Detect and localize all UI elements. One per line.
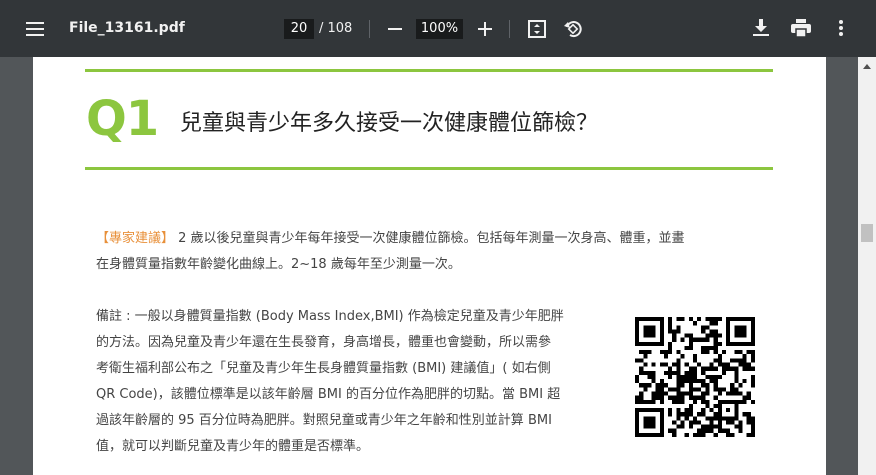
note-line: 的方法。因為兒童及青少年還在生長發育，身高增長，體重也會變動，所以需參 (96, 335, 552, 350)
advice-paragraph: 【專家建議】 2 歲以後兒童與青少年每年接受一次健康體位篩檢。包括每年測量一次身… (96, 226, 796, 278)
divider-top (85, 69, 773, 72)
more-vert-icon[interactable] (831, 17, 851, 39)
fit-page-icon[interactable] (526, 18, 548, 40)
page-number-input[interactable]: 20 (284, 19, 314, 39)
note-line: QR Code)，該體位標準是以該年齡層 BMI 的百分位作為肥胖的切點。當 B… (96, 387, 561, 402)
page-heading: 兒童與青少年多久接受一次健康體位篩檢？ (180, 111, 599, 136)
vertical-scrollbar[interactable] (858, 57, 876, 475)
note-line: 備註 : 一般以身體質量指數 (Body Mass Index,BMI) 作為檢… (96, 309, 564, 324)
pdf-toolbar: File_13161.pdf 20 / 108 100% (0, 0, 876, 57)
note-paragraph: 備註 : 一般以身體質量指數 (Body Mass Index,BMI) 作為檢… (96, 304, 616, 460)
advice-line-2: 在身體質量指數年齡變化曲線上。2~18 歲每年至少測量一次。 (96, 257, 461, 272)
toolbar-divider (369, 20, 370, 38)
question-number: Q1 (86, 91, 159, 147)
note-line: 過該年齡層的 95 百分位時為肥胖。對照兒童或青少年之年齡和性別並計算 BMI (96, 413, 552, 428)
menu-icon[interactable] (22, 18, 48, 40)
rotate-icon[interactable] (561, 17, 585, 41)
zoom-level-input[interactable]: 100% (416, 19, 463, 39)
advice-line-1: 2 歲以後兒童與青少年每年接受一次健康體位篩檢。包括每年測量一次身高、體重，並畫 (174, 231, 685, 246)
download-icon[interactable] (750, 17, 772, 39)
file-title: File_13161.pdf (69, 20, 185, 36)
toolbar-divider (509, 20, 510, 38)
note-line: 值，就可以判斷兒童及青少年的體重是否標準。 (96, 439, 370, 454)
note-line: 考衛生福利部公布之「兒童及青少年生長身體質量指數 (BMI) 建議值」( 如右側 (96, 361, 551, 376)
zoom-in-icon[interactable] (474, 19, 496, 39)
page-total: / 108 (319, 21, 353, 36)
divider-bottom (85, 167, 773, 170)
zoom-out-icon[interactable] (384, 19, 406, 39)
print-icon[interactable] (789, 17, 813, 39)
scroll-up-icon[interactable] (858, 58, 876, 75)
scrollbar-thumb[interactable] (861, 224, 873, 242)
qr-code (635, 317, 755, 437)
pdf-page: Q1 兒童與青少年多久接受一次健康體位篩檢？ 【專家建議】 2 歲以後兒童與青少… (33, 57, 826, 475)
advice-label: 【專家建議】 (96, 231, 175, 246)
